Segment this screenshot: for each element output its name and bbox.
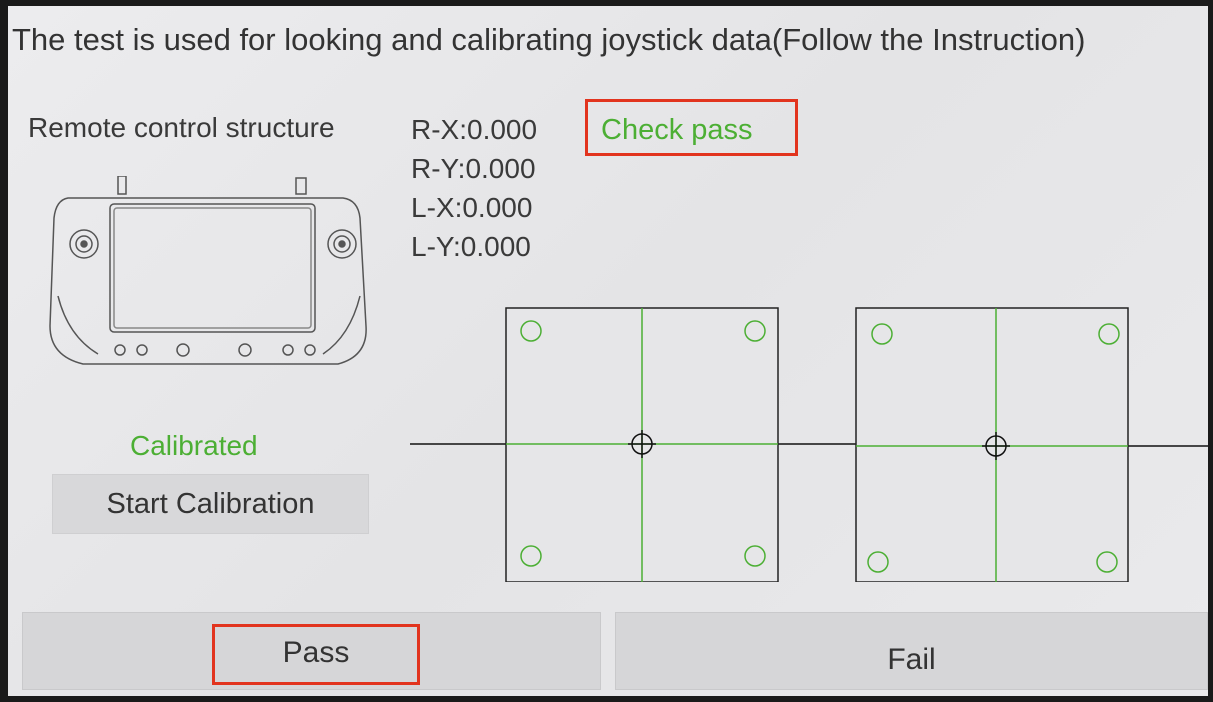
- right-joystick-plot: [505, 307, 779, 582]
- fail-button[interactable]: Fail: [615, 612, 1208, 690]
- right-y-value: R-Y:0.000: [411, 153, 536, 184]
- start-calibration-button[interactable]: Start Calibration: [52, 474, 369, 534]
- pass-button[interactable]: Pass: [212, 624, 420, 685]
- left-y-value: L-Y:0.000: [411, 231, 531, 262]
- remote-structure-label: Remote control structure: [28, 112, 335, 143]
- page-title: The test is used for looking and calibra…: [12, 22, 1086, 57]
- left-joystick-plot: [855, 307, 1129, 582]
- pass-button-area[interactable]: Pass: [22, 612, 601, 690]
- calibrated-status: Calibrated: [130, 430, 258, 461]
- left-x-value: L-X:0.000: [411, 192, 533, 223]
- joystick-plots: [410, 307, 1208, 582]
- right-x-value: R-X:0.000: [411, 114, 538, 145]
- joystick-test-screen: The test is used for looking and calibra…: [8, 6, 1208, 696]
- joystick-coordinates: R-X:0.000 R-Y:0.000 L-X:0.000 L-Y:0.000: [411, 110, 537, 266]
- check-pass-status: Check pass: [585, 99, 798, 156]
- remote-control-illustration: [49, 176, 367, 365]
